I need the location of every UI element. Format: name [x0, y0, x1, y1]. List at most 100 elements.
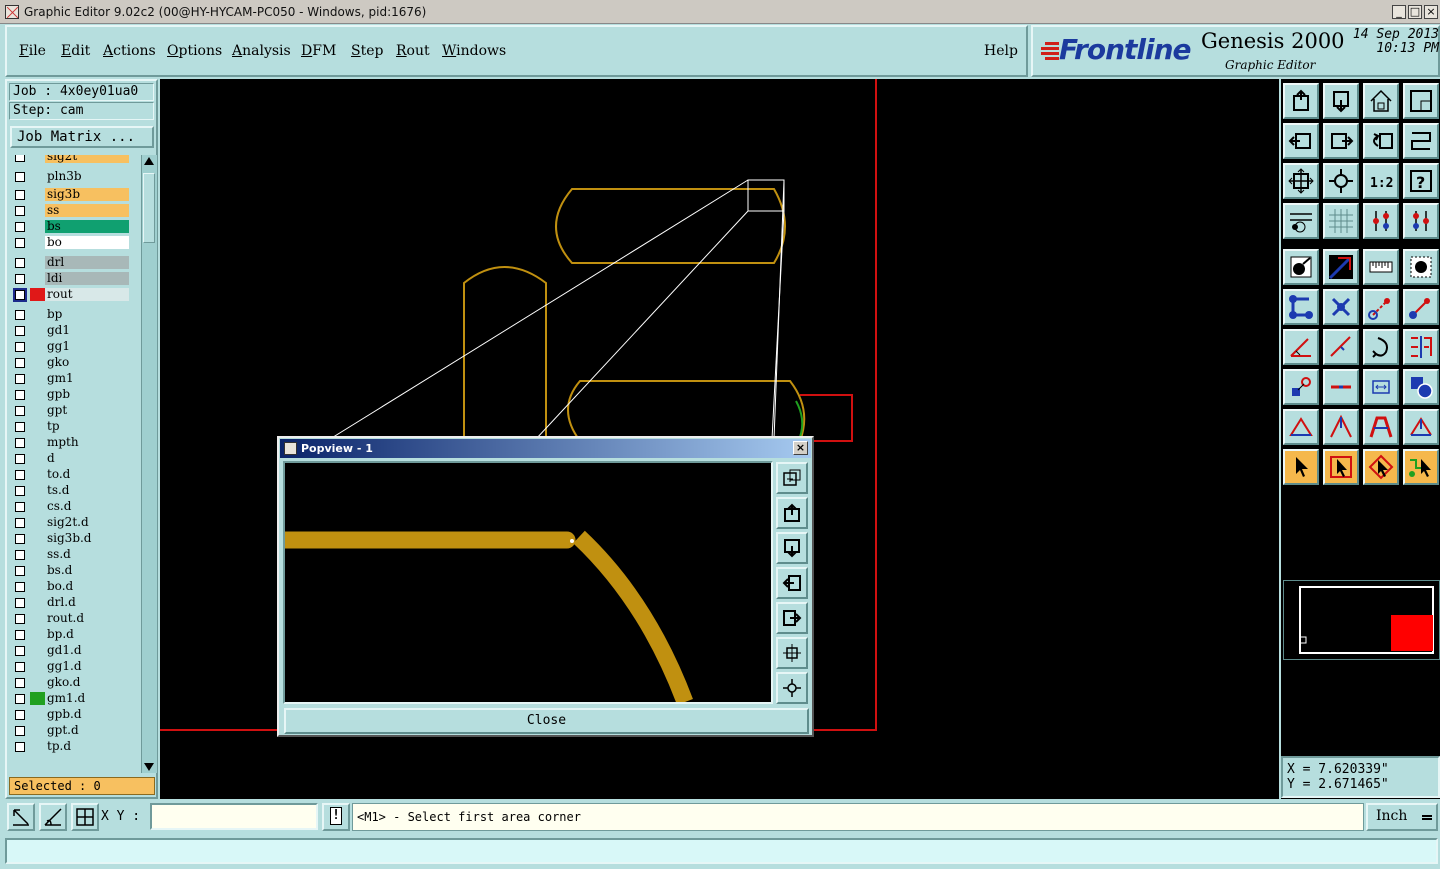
menu-dfm[interactable]: DFM — [301, 43, 336, 59]
menu-actions[interactable]: Actions — [103, 43, 156, 59]
popview-close-x-button[interactable]: × — [793, 441, 808, 455]
select-box-tool-button[interactable] — [1323, 449, 1359, 485]
layer-row-bp[interactable]: bp — [9, 307, 131, 322]
layer-row-rout[interactable]: rout — [9, 287, 131, 302]
layer-checkbox[interactable] — [15, 358, 25, 368]
layer-checkbox[interactable] — [15, 310, 25, 320]
layer-checkbox[interactable] — [15, 172, 25, 182]
layer-row-gm1[interactable]: gm1 — [9, 371, 131, 386]
menu-windows[interactable]: Windows — [442, 43, 506, 59]
layer-row-gpt[interactable]: gpt — [9, 403, 131, 418]
layer-row-pln3b[interactable]: pln3b — [9, 169, 131, 184]
peak-tool-button[interactable] — [1323, 409, 1359, 445]
select-net-tool-button[interactable] — [1403, 449, 1439, 485]
layer-row-bo-d[interactable]: bo.d — [9, 579, 131, 594]
layer-checkbox[interactable] — [15, 326, 25, 336]
menu-help[interactable]: Help — [984, 43, 1018, 59]
layer-row-tp-d[interactable]: tp.d — [9, 739, 131, 754]
layer-row-ss[interactable]: ss — [9, 203, 131, 218]
menu-step[interactable]: Step — [351, 43, 383, 59]
scale-tool-button[interactable]: 1:2 — [1363, 163, 1399, 199]
menu-rout[interactable]: Rout — [396, 43, 430, 59]
layer-checkbox[interactable] — [15, 630, 25, 640]
scroll-thumb[interactable] — [143, 173, 155, 243]
move-point-tool-button[interactable] — [1363, 289, 1399, 325]
popview-pan-down-button[interactable] — [776, 532, 808, 564]
layer-checkbox[interactable] — [15, 662, 25, 672]
layer-checkbox[interactable] — [15, 518, 25, 528]
help-tool-button[interactable]: ? — [1403, 163, 1439, 199]
select-tool-button[interactable] — [1283, 449, 1319, 485]
pan-left-tool-button[interactable] — [1283, 123, 1319, 159]
popview-pan-left-button[interactable] — [776, 567, 808, 599]
triangle-tool-button[interactable] — [1283, 409, 1319, 445]
layer-checkbox[interactable] — [15, 582, 25, 592]
layer-row-gko-d[interactable]: gko.d — [9, 675, 131, 690]
layer-row-drl[interactable]: drl — [9, 255, 131, 270]
layer-checkbox[interactable] — [15, 646, 25, 656]
layer-up-tool-button[interactable] — [1363, 203, 1399, 239]
menu-analysis[interactable]: Analysis — [232, 43, 291, 59]
save-tool-button[interactable] — [1323, 83, 1359, 119]
layer-checkbox[interactable] — [15, 534, 25, 544]
line-tool-button[interactable] — [1283, 329, 1319, 365]
mirror-tool-button[interactable] — [1403, 329, 1439, 365]
layer-row-d[interactable]: d — [9, 451, 131, 466]
undo-tool-button[interactable] — [1363, 123, 1399, 159]
layer-row-cs-d[interactable]: cs.d — [9, 499, 131, 514]
layer-row-to-d[interactable]: to.d — [9, 467, 131, 482]
popview-zoom-fit-button[interactable] — [776, 637, 808, 669]
layer-row-ldi[interactable]: ldi — [9, 271, 131, 286]
layer-row-gd1[interactable]: gd1 — [9, 323, 131, 338]
layer-checkbox[interactable] — [15, 274, 25, 284]
layer-row-bp-d[interactable]: bp.d — [9, 627, 131, 642]
layer-row-mpth[interactable]: mpth — [9, 435, 131, 450]
layer-checkbox[interactable] — [15, 614, 25, 624]
pad-move-tool-button[interactable] — [1283, 369, 1319, 405]
overview-map[interactable] — [1283, 580, 1440, 660]
zoom-fit-tool-button[interactable] — [1283, 163, 1319, 199]
layer-row-ss-d[interactable]: ss.d — [9, 547, 131, 562]
layer-checkbox[interactable] — [15, 566, 25, 576]
zoom-center-tool-button[interactable] — [1323, 163, 1359, 199]
menu-file[interactable]: File — [19, 43, 46, 59]
layer-row-sig2t-d[interactable]: sig2t.d — [9, 515, 131, 530]
layer-row-gd1-d[interactable]: gd1.d — [9, 643, 131, 658]
profile-tool-button[interactable] — [1323, 249, 1359, 285]
popview-zoom-center-button[interactable] — [776, 672, 808, 704]
layer-checkbox[interactable] — [15, 258, 25, 268]
layer-row-gg1[interactable]: gg1 — [9, 339, 131, 354]
layer-checkbox[interactable] — [15, 390, 25, 400]
layer-row-bo[interactable]: bo — [9, 235, 131, 250]
layer-row-gm1-d[interactable]: gm1.d — [9, 691, 131, 706]
layer-row-sig2t[interactable]: sig2t — [9, 155, 131, 164]
layer-row-gpb[interactable]: gpb — [9, 387, 131, 402]
popview-pan-right-button[interactable] — [776, 602, 808, 634]
layer-row-bs-d[interactable]: bs.d — [9, 563, 131, 578]
layer-row-ts-d[interactable]: ts.d — [9, 483, 131, 498]
select-circle-tool-button[interactable] — [1363, 449, 1399, 485]
popview-title-bar[interactable]: Popview - 1 — [280, 439, 811, 458]
popview-zoom-button[interactable] — [776, 462, 808, 494]
layer-row-gko[interactable]: gko — [9, 355, 131, 370]
layer-checkbox[interactable] — [15, 238, 25, 248]
measure-button[interactable] — [7, 803, 35, 831]
close-button[interactable]: × — [1424, 5, 1438, 19]
scroll-down-icon[interactable] — [144, 763, 154, 771]
layer-checkbox[interactable] — [15, 454, 25, 464]
layer-checkbox[interactable] — [15, 470, 25, 480]
layer-row-sig3b[interactable]: sig3b — [9, 187, 131, 202]
layer-checkbox[interactable] — [15, 290, 25, 300]
rotate-tool-button[interactable] — [1363, 329, 1399, 365]
redraw-tool-button[interactable] — [1403, 123, 1439, 159]
layer-checkbox[interactable] — [15, 598, 25, 608]
layer-checkbox[interactable] — [15, 710, 25, 720]
layer-checkbox[interactable] — [15, 438, 25, 448]
popview-pan-up-button[interactable] — [776, 497, 808, 529]
layer-row-sig3b-d[interactable]: sig3b.d — [9, 531, 131, 546]
layer-checkbox[interactable] — [15, 694, 25, 704]
prompt-info-button[interactable]: ! — [322, 803, 350, 831]
layer-checkbox[interactable] — [15, 550, 25, 560]
menu-edit[interactable]: Edit — [61, 43, 90, 59]
snap-button[interactable] — [39, 803, 67, 831]
